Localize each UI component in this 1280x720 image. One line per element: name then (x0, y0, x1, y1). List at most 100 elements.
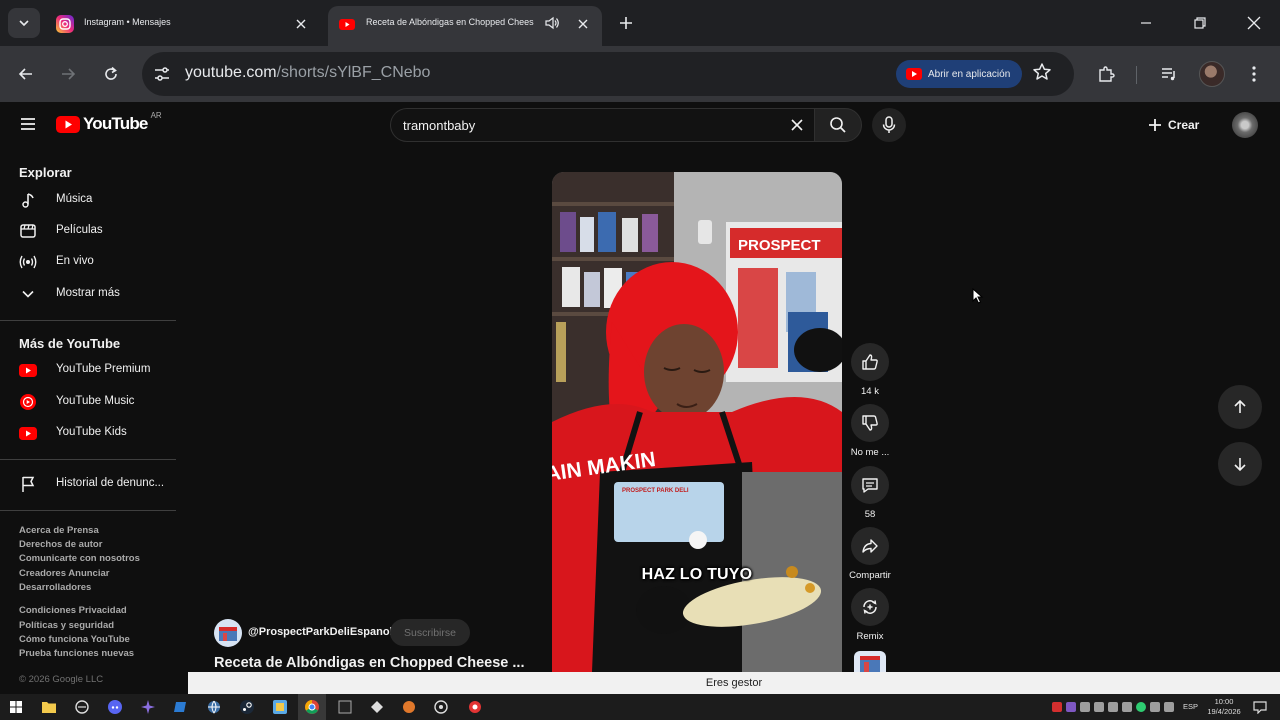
back-button[interactable] (12, 60, 40, 88)
speaker-icon[interactable] (544, 15, 560, 31)
open-in-app-button[interactable]: Abrir en aplicación (896, 60, 1022, 88)
sidebar-item-movies[interactable]: Películas (0, 216, 176, 246)
remix-button[interactable]: Remix (846, 588, 894, 642)
notifications-button[interactable] (1250, 697, 1270, 717)
system-clock[interactable]: 10:00 19/4/2026 (1204, 697, 1244, 717)
forward-button[interactable] (54, 60, 82, 88)
next-short-button[interactable] (1218, 442, 1262, 486)
tray-app-icon[interactable] (1108, 702, 1118, 712)
close-window-button[interactable] (1236, 8, 1272, 38)
sidebar-item-music[interactable]: Música (0, 185, 176, 215)
more-vertical-icon (1252, 66, 1256, 82)
open-in-app-label: Abrir en aplicación (928, 68, 1011, 80)
restore-button[interactable] (1182, 8, 1218, 38)
thumbs-down-icon (861, 414, 879, 432)
start-button[interactable] (6, 697, 26, 717)
footer-link[interactable]: Prueba funciones nuevas (19, 648, 134, 659)
taskbar-app-12[interactable] (399, 697, 419, 717)
tray-app-icon[interactable] (1066, 702, 1076, 712)
app-icon (273, 700, 287, 714)
taskbar-app-6[interactable] (204, 697, 224, 717)
volume-icon[interactable] (1164, 702, 1174, 712)
profile-avatar[interactable] (1199, 61, 1225, 87)
search-button[interactable] (814, 108, 862, 142)
comments-button[interactable]: 58 (846, 466, 894, 520)
tray-app-icon[interactable] (1122, 702, 1132, 712)
tray-app-icon[interactable] (1150, 702, 1160, 712)
youtube-logo[interactable]: YouTube AR (56, 111, 162, 134)
extensions-button[interactable] (1092, 60, 1120, 88)
arrow-right-icon (60, 66, 76, 82)
taskbar-app-8[interactable] (270, 697, 290, 717)
close-tab-icon[interactable] (292, 15, 310, 33)
subscribe-button[interactable]: Suscribirse (390, 619, 470, 646)
taskbar-app-11[interactable] (367, 697, 387, 717)
address-bar[interactable]: youtube.com/shorts/sYlBF_CNebo Abrir en … (142, 52, 1074, 96)
sidebar-item-youtube-music[interactable]: YouTube Music (0, 387, 176, 417)
media-controls-button[interactable] (1155, 60, 1183, 88)
sidebar-item-label: Películas (56, 224, 103, 236)
taskbar-chrome[interactable] (302, 697, 322, 717)
sidebar-item-label: YouTube Premium (56, 363, 151, 375)
video-title[interactable]: Receta de Albóndigas en Chopped Cheese .… (214, 655, 524, 671)
footer-link[interactable]: Desarrolladores (19, 582, 91, 593)
taskbar-app-14[interactable] (465, 697, 485, 717)
sidebar-item-youtube-premium[interactable]: YouTube Premium (0, 355, 176, 385)
sidebar-item-show-more[interactable]: Mostrar más (0, 279, 176, 309)
guide-menu-button[interactable] (16, 112, 40, 136)
tray-app-icon[interactable] (1094, 702, 1104, 712)
sidebar-item-live[interactable]: En vivo (0, 247, 176, 277)
new-tab-button[interactable] (612, 9, 640, 37)
notification-icon (1253, 700, 1267, 714)
footer-link[interactable]: Condiciones Privacidad (19, 605, 127, 616)
search-query-text: tramontbaby (403, 118, 476, 133)
browser-menu-button[interactable] (1240, 60, 1268, 88)
like-button[interactable]: 14 k (846, 343, 894, 397)
apron-text: PROSPECT PARK DELI (622, 488, 689, 494)
minimize-icon (1140, 17, 1152, 29)
footer-link[interactable]: Creadores Anunciar (19, 568, 109, 579)
footer-link[interactable]: Acerca de Prensa (19, 525, 99, 536)
sidebar-item-report-history[interactable]: Historial de denunc... (0, 469, 176, 499)
close-tab-icon[interactable] (574, 15, 592, 33)
taskbar-file-explorer[interactable] (39, 697, 59, 717)
video-frame-image: PROSPECT PROSPECT PARK DELI AIN MAKIN (552, 172, 842, 672)
site-settings-icon[interactable] (152, 64, 172, 84)
share-button[interactable]: Compartir (846, 527, 894, 581)
bookmark-star-icon[interactable] (1032, 62, 1052, 82)
dislike-button[interactable]: No me ... (846, 404, 894, 458)
tray-app-icon[interactable] (1080, 702, 1090, 712)
previous-short-button[interactable] (1218, 385, 1262, 429)
clear-search-icon[interactable] (789, 117, 805, 133)
footer-link[interactable]: Comunicarte con nosotros (19, 553, 140, 564)
shorts-video-player[interactable]: PROSPECT PROSPECT PARK DELI AIN MAKIN HA… (552, 172, 842, 672)
channel-name[interactable]: @ProspectParkDeliEspanol (248, 626, 393, 638)
sidebar-item-youtube-kids[interactable]: YouTube Kids (0, 418, 176, 448)
input-language[interactable]: ESP (1183, 702, 1198, 711)
taskbar-discord[interactable] (105, 697, 125, 717)
channel-avatar[interactable] (214, 619, 242, 647)
taskbar-app-4[interactable] (138, 697, 158, 717)
taskbar-app-2[interactable] (72, 697, 92, 717)
taskbar-app-13[interactable] (431, 697, 451, 717)
footer-link[interactable]: Políticas y seguridad (19, 620, 114, 631)
account-avatar[interactable] (1232, 112, 1258, 138)
toolbar-divider (1136, 66, 1137, 84)
tab-search-button[interactable] (8, 8, 40, 38)
taskbar-app-10[interactable] (335, 697, 355, 717)
reload-button[interactable] (97, 60, 125, 88)
tray-app-icon[interactable] (1052, 702, 1062, 712)
tab-youtube-short[interactable]: Receta de Albóndigas en Chopped Cheese 😋… (328, 6, 602, 46)
minimize-button[interactable] (1128, 8, 1164, 38)
search-input[interactable]: tramontbaby (390, 108, 816, 142)
create-button[interactable]: Crear (1148, 112, 1199, 138)
tab-instagram[interactable]: Instagram • Mensajes (46, 6, 324, 46)
tray-status-icon[interactable] (1136, 702, 1146, 712)
voice-search-button[interactable] (872, 108, 906, 142)
taskbar-steam[interactable] (237, 697, 257, 717)
footer-link[interactable]: Derechos de autor (19, 539, 102, 550)
channel-thumbnail[interactable] (854, 651, 886, 672)
arrow-up-icon (1232, 399, 1248, 415)
footer-link[interactable]: Cómo funciona YouTube (19, 634, 130, 645)
taskbar-app-5[interactable] (171, 697, 191, 717)
